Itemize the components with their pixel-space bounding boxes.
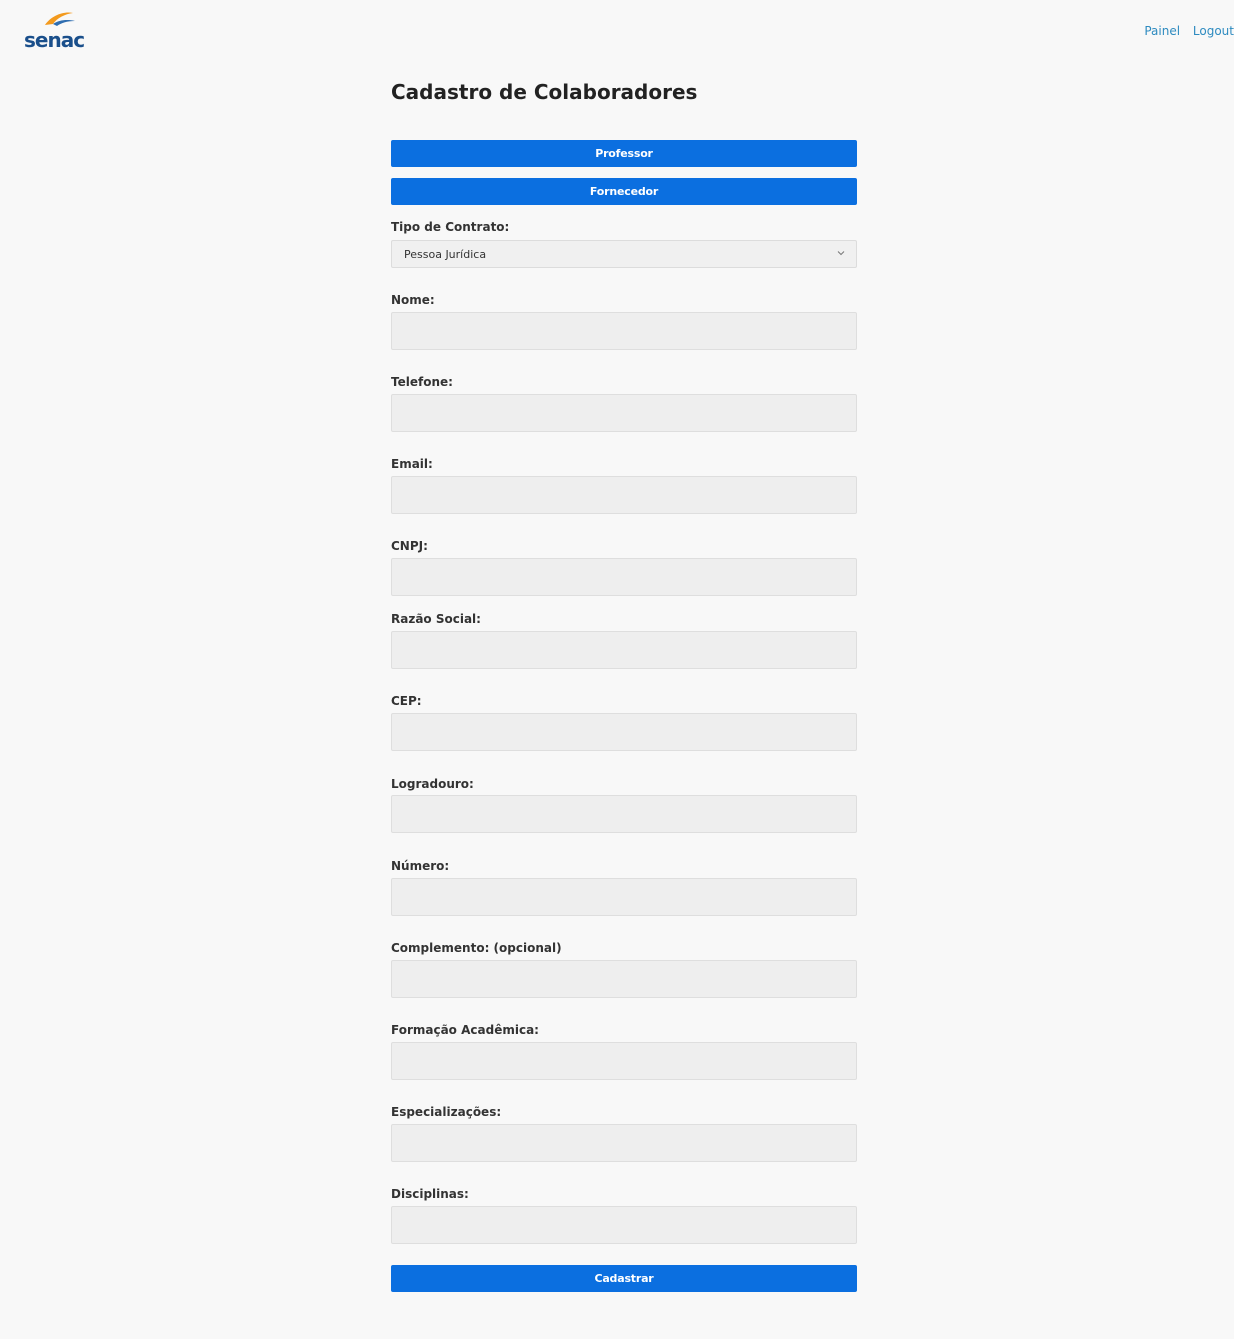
logo-swoosh-icon: [45, 12, 75, 26]
logout-link[interactable]: Logout: [1193, 24, 1234, 38]
page: senac Painel Logout Cadastro de Colabora…: [0, 0, 1234, 1339]
cnpj-input[interactable]: [391, 558, 857, 596]
page-title: Cadastro de Colaboradores: [391, 80, 698, 104]
especializacoes-input[interactable]: [391, 1124, 857, 1162]
telefone-input[interactable]: [391, 394, 857, 432]
formacao-label: Formação Acadêmica:: [391, 1023, 539, 1037]
logradouro-input[interactable]: [391, 795, 857, 833]
logradouro-label: Logradouro:: [391, 777, 474, 791]
professor-button[interactable]: Professor: [391, 140, 857, 167]
cnpj-label: CNPJ:: [391, 539, 428, 553]
cadastrar-button[interactable]: Cadastrar: [391, 1265, 857, 1292]
especializacoes-label: Especializações:: [391, 1105, 502, 1119]
email-label: Email:: [391, 457, 433, 471]
email-input[interactable]: [391, 476, 857, 514]
disciplinas-label: Disciplinas:: [391, 1187, 469, 1201]
formacao-input[interactable]: [391, 1042, 857, 1080]
nome-input[interactable]: [391, 312, 857, 350]
chevron-down-icon: [837, 251, 845, 256]
cep-input[interactable]: [391, 713, 857, 751]
senac-logo[interactable]: senac: [23, 10, 85, 52]
numero-label: Número:: [391, 859, 450, 873]
razao-social-label: Razão Social:: [391, 612, 481, 626]
cep-label: CEP:: [391, 694, 422, 708]
nome-label: Nome:: [391, 293, 435, 307]
tipo-contrato-select[interactable]: Pessoa Jurídica: [391, 240, 857, 268]
painel-link[interactable]: Painel: [1144, 24, 1180, 38]
complemento-label: Complemento: (opcional): [391, 941, 562, 955]
tipo-contrato-label: Tipo de Contrato:: [391, 220, 510, 234]
disciplinas-input[interactable]: [391, 1206, 857, 1244]
tipo-contrato-value: Pessoa Jurídica: [404, 247, 487, 261]
top-nav: Painel Logout: [1135, 24, 1234, 38]
telefone-label: Telefone:: [391, 375, 453, 389]
logo-text: senac: [24, 28, 85, 52]
fornecedor-button[interactable]: Fornecedor: [391, 178, 857, 205]
numero-input[interactable]: [391, 878, 857, 916]
complemento-input[interactable]: [391, 960, 857, 998]
razao-social-input[interactable]: [391, 631, 857, 669]
